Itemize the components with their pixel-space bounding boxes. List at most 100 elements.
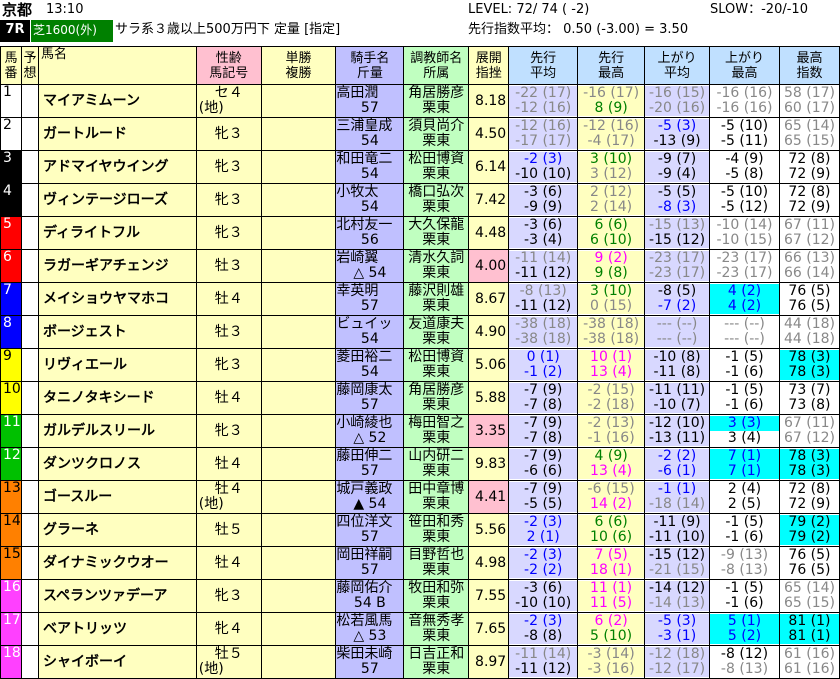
table-row[interactable]: 13 ゴースルー 牡４ (地) 城戸義政 ▲ 54 田中章博 栗東 4.41 -7 (9) -5 (…: [0, 480, 840, 514]
sex-age-text: 牝３: [214, 224, 243, 241]
table-row[interactable]: 4 ヴィンテージローズ 牝３ 小牧太 54 橋口弘次 栗東 7.42 -3 (6) -9 (9) 2…: [0, 183, 840, 217]
agari-avg-line: -13 (11): [645, 431, 709, 446]
agari-avg-line: -10 (7): [645, 398, 709, 413]
odds: [260, 117, 337, 151]
table-row[interactable]: 9 リヴィエール 牝３ 菱田裕二 54 松田博資 栗東 5.06 0 (1) -1 (2) 10 (…: [0, 348, 840, 382]
weight: 57: [360, 562, 379, 578]
race-header: 京都 13:10 7R 芝1600(外) サラ系３歳以上500万円下 定量 [指…: [0, 0, 840, 46]
senko-avg: -3 (6) -10 (10): [508, 579, 579, 613]
table-row[interactable]: 8 ボージェスト 牡３ ビュイッ 54 友道康夫 栗東 4.90 -38 (18) -38 (18…: [0, 315, 840, 349]
agari-max-line: --- (--): [710, 317, 779, 332]
horse-name: ボージェスト: [37, 315, 197, 349]
trainer-name: 角居勝彦: [408, 382, 465, 398]
trainer: 松田博資 栗東: [403, 150, 470, 184]
max-index-line: 65 (14): [780, 581, 839, 596]
prediction-mark: [20, 447, 39, 481]
senko-max: 6 (6) 10 (6): [577, 513, 646, 547]
horse-name: グラーネ: [37, 513, 197, 547]
max-index-line: 78 (3): [780, 365, 839, 380]
senko-avg: -11 (14) -11 (12): [508, 249, 579, 283]
tenkai-index: 7.55: [468, 579, 510, 613]
agari-avg-line: -23 (17): [645, 266, 709, 281]
senko-avg-line: -7 (9): [509, 482, 577, 497]
table-row[interactable]: 7 メイショウヤマホコ 牡４ 幸英明 57 藤沢則雄 栗東 8.67 -8 (13) -11 (1…: [0, 282, 840, 316]
odds: [260, 513, 337, 547]
jockey: 藤田伸二 57: [335, 447, 405, 481]
max-index-line: 61 (16): [780, 662, 839, 677]
table-row[interactable]: 11 ガルデルスリール 牝３ 小崎綾也 △ 52 梅田智之 栗東 3.35 -7 (9) -7 (…: [0, 414, 840, 448]
table-row[interactable]: 3 アドマイヤウイング 牝３ 和田竜二 54 松田博資 栗東 6.14 -2 (3) -10 (1…: [0, 150, 840, 184]
agari-max: 4 (2) 4 (2): [709, 282, 780, 316]
senko-max: 2 (12) 2 (14): [577, 183, 646, 217]
max-index-line: 65 (15): [780, 596, 839, 611]
senko-max-line: 2 (14): [578, 200, 644, 215]
senko-max-line: -16 (17): [578, 86, 644, 101]
table-row[interactable]: 10 タニノタキシード 牡４ 藤岡康太 57 角居勝彦 栗東 5.88 -7 (9) -7 (8)…: [0, 381, 840, 415]
jockey-name: 松若風馬: [336, 613, 393, 629]
senko-avg-line: -17 (17): [509, 134, 577, 149]
senko-avg: -11 (14) -11 (12): [508, 645, 579, 679]
agari-max-line: -8 (13): [710, 563, 779, 578]
col-sex: 性齢 馬記号: [195, 46, 262, 85]
jockey-name: 高田潤: [336, 85, 379, 101]
max-index-line: 61 (16): [780, 647, 839, 662]
senko-avg-line: -11 (12): [509, 266, 577, 281]
agari-avg: -12 (10) -13 (11): [644, 414, 711, 448]
table-row[interactable]: 14 グラーネ 牡５ 四位洋文 57 笹田和秀 栗東 5.56 -2 (3) 2 (1) 6 (6)…: [0, 513, 840, 547]
agari-max-line: -16 (16): [710, 86, 779, 101]
senko-max: 7 (5) 18 (1): [577, 546, 646, 580]
trainer-name: 笹田和秀: [408, 514, 465, 530]
table-row[interactable]: 15 ダイナミックウオー 牡４ 岡田祥嗣 57 目野哲也 栗東 4.98 -2 (3) -2 (2…: [0, 546, 840, 580]
senko-max-line: -1 (16): [578, 431, 644, 446]
venue: 京都: [0, 0, 42, 20]
trainer: 田中章博 栗東: [403, 480, 470, 514]
trainer-base: 栗東: [422, 100, 451, 116]
table-row[interactable]: 2 ガートルード 牝３ 三浦皇成 54 須貝尚介 栗東 4.50 -12 (16) -17 (17…: [0, 117, 840, 151]
senko-max-line: -38 (18): [578, 317, 644, 332]
senko-avg-line: -12 (16): [509, 101, 577, 116]
jockey: 岡田祥嗣 57: [335, 546, 405, 580]
table-row[interactable]: 16 スペランツァデーア 牝３ 藤岡佑介 54 B 牧田和弥 栗東 7.55 -3 (6) -10…: [0, 579, 840, 613]
table-row[interactable]: 6 ラガーギアチェンジ 牡３ 岩崎翼 △ 54 清水久詞 栗東 4.00 -11 (14) -11…: [0, 249, 840, 283]
jockey-name: 藤田伸二: [336, 448, 393, 464]
agari-avg: -9 (7) -9 (4): [644, 150, 711, 184]
table-row[interactable]: 18 シャイボーイ 牡５ (地) 柴田未崎 57 日吉正和 栗東 8.97 -11 (14) -11…: [0, 645, 840, 679]
table-row[interactable]: 17 ベアトリッツ 牝４ 松若風馬 △ 53 音無秀孝 栗東 7.65 -2 (3) -8 (8)…: [0, 612, 840, 646]
col-trainer: 調教師名 所属: [403, 46, 470, 85]
max-index-line: 81 (1): [780, 629, 839, 644]
agari-avg-line: -18 (14): [645, 497, 709, 512]
senko-avg-line: 0 (1): [509, 350, 577, 365]
trainer-base: 栗東: [422, 331, 451, 347]
col-num: 馬番: [0, 46, 22, 85]
jockey-name: 城戸義政: [336, 481, 393, 497]
max-index: 76 (5) 76 (5): [778, 546, 840, 580]
tenkai-index: 9.83: [468, 447, 510, 481]
agari-avg: -5 (3) -13 (9): [644, 117, 711, 151]
agari-avg-line: -15 (12): [645, 548, 709, 563]
sex-age-text: 牝３: [214, 125, 243, 142]
table-row[interactable]: 5 ディライトフル 牝３ 北村友一 56 大久保龍 栗東 4.48 -3 (6) -3 (4) 6 …: [0, 216, 840, 250]
agari-max-line: -5 (8): [710, 167, 779, 182]
senko-max-line: 11 (5): [578, 596, 644, 611]
agari-avg-line: -15 (12): [645, 233, 709, 248]
trainer-base: 栗東: [422, 364, 451, 380]
senko-avg-line: -10 (10): [509, 596, 577, 611]
odds: [260, 183, 337, 217]
horse-number: 2: [0, 117, 22, 151]
table-row[interactable]: 1 マイアミムーン セ４ (地) 高田潤 57 角居勝彦 栗東 8.18 -22 (17) -12 …: [0, 84, 840, 118]
senko-avg-line: -6 (6): [509, 464, 577, 479]
senko-max-line: 14 (2): [578, 497, 644, 512]
tenkai-index: 8.97: [468, 645, 510, 679]
sex-age-text: 牝３: [214, 587, 243, 604]
agari-max: -1 (5) -1 (6): [709, 513, 780, 547]
max-index-line: 72 (9): [780, 167, 839, 182]
table-row[interactable]: 12 ダンツクロノス 牡４ 藤田伸二 57 山内研二 栗東 9.83 -7 (9) -6 (6) 4…: [0, 447, 840, 481]
col-max-idx: 最高 指数: [778, 46, 840, 85]
prediction-mark: [20, 414, 39, 448]
agari-max: 5 (1) 5 (2): [709, 612, 780, 646]
agari-max-line: 3 (4): [710, 431, 779, 446]
trainer: 藤沢則雄 栗東: [403, 282, 470, 316]
start-time: 13:10: [46, 2, 84, 17]
tenkai-index: 3.35: [468, 414, 510, 448]
sex-age-text: 牡５: [214, 646, 243, 662]
